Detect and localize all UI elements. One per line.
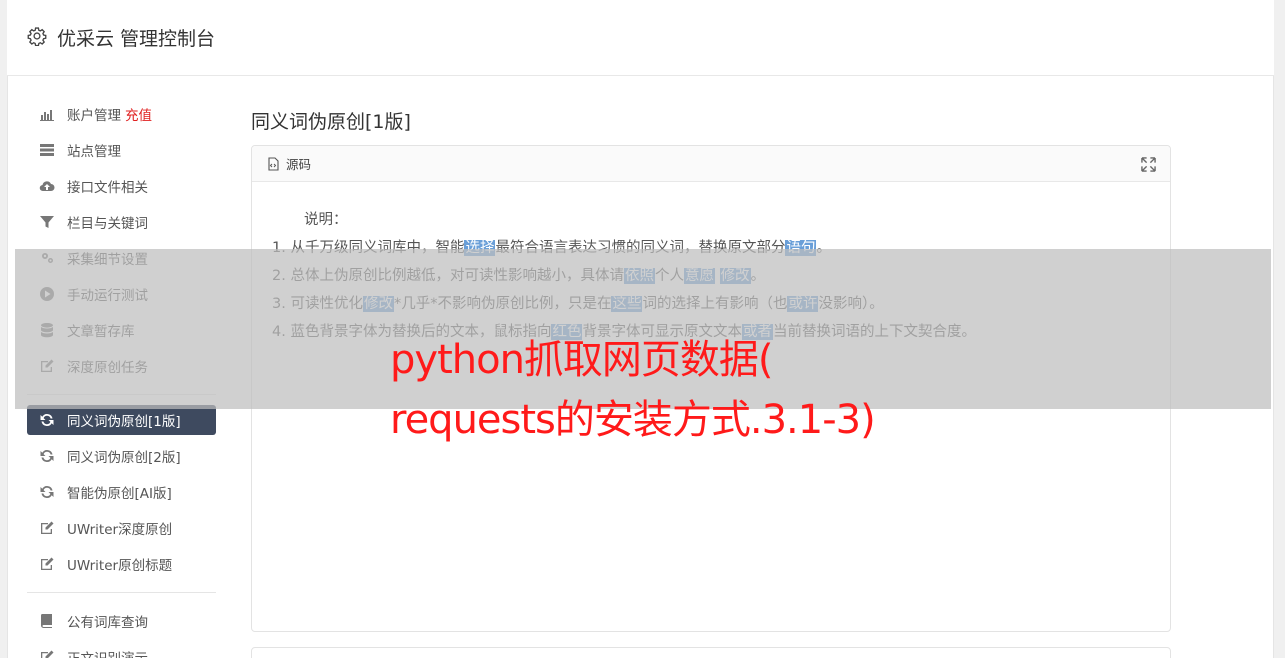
overlay-caption-line2: requests的安装方式.3.1-3) — [390, 397, 876, 443]
sidebar-item-label: 站点管理 — [67, 144, 121, 160]
top-header: 优采云 管理控制台 — [7, 0, 1274, 76]
edit-icon — [38, 648, 56, 658]
sidebar-item[interactable]: UWriter深度原创 — [27, 510, 216, 546]
sidebar-item[interactable]: 公有词库查询 — [27, 603, 216, 639]
refresh-icon — [38, 483, 56, 501]
overlay-caption-line1: python抓取网页数据( — [390, 337, 774, 383]
code-file-icon — [266, 156, 280, 171]
sidebar-item[interactable]: 站点管理 — [27, 132, 216, 168]
edit-icon — [38, 555, 56, 573]
overlay-caption: python抓取网页数据( requests的安装方式.3.1-3) — [390, 330, 876, 450]
sidebar-item[interactable]: 正文识别演示 — [27, 639, 216, 658]
sidebar-item[interactable]: 同义词伪原创[2版] — [27, 438, 216, 474]
sidebar-item[interactable]: 账户管理 充值 — [27, 96, 216, 132]
sidebar-item-label: 同义词伪原创[1版] — [67, 414, 181, 430]
sidebar-item[interactable]: 接口文件相关 — [27, 168, 216, 204]
refresh-icon — [38, 447, 56, 465]
sidebar-item-label: UWriter深度原创 — [67, 522, 173, 538]
sidebar-divider — [27, 592, 216, 593]
sidebar-item-label: 正文识别演示 — [67, 647, 148, 658]
sidebar-item-label: 接口文件相关 — [67, 180, 148, 196]
edit-icon — [38, 519, 56, 537]
server-icon — [38, 141, 56, 159]
sidebar-item[interactable]: 智能伪原创[AI版] — [27, 474, 216, 510]
scrollbar[interactable] — [1274, 0, 1285, 658]
bar-chart-icon — [38, 105, 56, 123]
sidebar-item-label: UWriter原创标题 — [67, 558, 173, 574]
filter-icon — [38, 213, 56, 231]
book-icon — [38, 612, 56, 630]
sidebar-item[interactable]: 栏目与关键词 — [27, 204, 216, 240]
sidebar-item[interactable]: 同义词伪原创[1版] — [27, 405, 216, 435]
secondary-panel — [251, 647, 1171, 658]
sidebar-item-label: 账户管理 — [67, 108, 121, 124]
sidebar-item-label: 公有词库查询 — [67, 615, 148, 631]
cloud-upload-icon — [38, 177, 56, 195]
panel-header: 源码 — [252, 146, 1170, 182]
app-title: 优采云 管理控制台 — [57, 28, 216, 50]
note-title: 说明： — [304, 212, 348, 228]
refresh-icon — [38, 411, 56, 429]
sidebar-item-label: 智能伪原创[AI版] — [67, 486, 172, 502]
recharge-badge[interactable]: 充值 — [125, 104, 152, 124]
sidebar-item-label: 栏目与关键词 — [67, 216, 148, 232]
sidebar-item[interactable]: UWriter原创标题 — [27, 546, 216, 582]
gear-icon — [27, 27, 47, 46]
sidebar-item-label: 同义词伪原创[2版] — [67, 450, 181, 466]
page-title: 同义词伪原创[1版] — [251, 111, 411, 133]
expand-icon[interactable] — [1141, 157, 1156, 172]
panel-header-label: 源码 — [286, 157, 312, 172]
